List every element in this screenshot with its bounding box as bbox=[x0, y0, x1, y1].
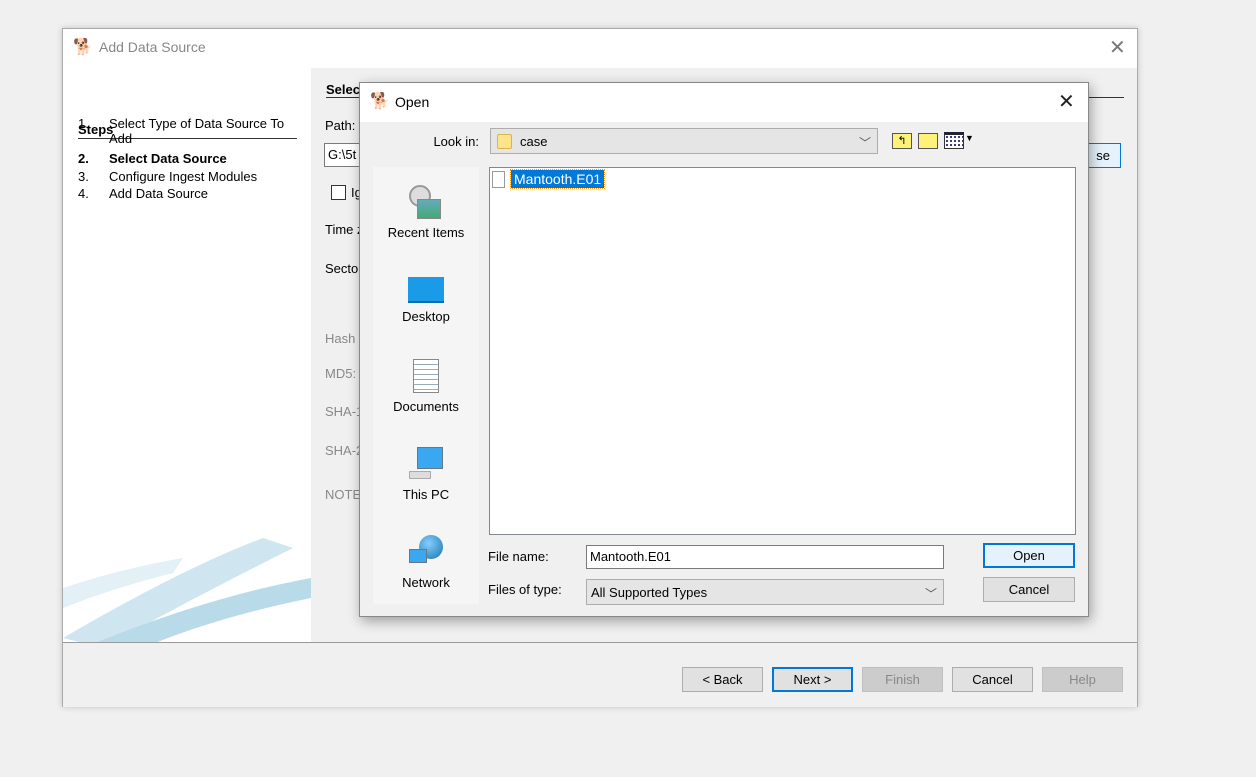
step-item: 1. Select Type of Data Source To Add bbox=[78, 116, 303, 146]
open-file-dialog: 🐕 Open ✕ Look in: case ﹀ ↰ ▼ Recent Item… bbox=[359, 82, 1089, 617]
place-desktop[interactable]: Desktop bbox=[373, 277, 479, 324]
file-name: Mantooth.E01 bbox=[509, 169, 606, 189]
place-label: Desktop bbox=[402, 309, 450, 324]
desktop-icon bbox=[408, 277, 444, 303]
step-label: Configure Ingest Modules bbox=[109, 169, 258, 184]
look-in-label: Look in: bbox=[433, 134, 479, 149]
close-icon[interactable]: ✕ bbox=[1109, 38, 1126, 58]
chevron-down-icon: ﹀ bbox=[858, 136, 871, 150]
place-recent-items[interactable]: Recent Items bbox=[373, 185, 479, 240]
step-item: 4. Add Data Source bbox=[78, 186, 303, 201]
chevron-down-icon: ﹀ bbox=[924, 587, 937, 601]
help-button[interactable]: Help bbox=[1042, 667, 1123, 692]
place-documents[interactable]: Documents bbox=[373, 359, 479, 414]
file-name-label: File name: bbox=[488, 549, 549, 564]
computer-icon bbox=[409, 447, 443, 481]
back-button[interactable]: < Back bbox=[682, 667, 763, 692]
look-in-dropdown[interactable]: case ﹀ bbox=[490, 128, 878, 154]
file-item[interactable]: Mantooth.E01 bbox=[492, 169, 606, 189]
place-label: Documents bbox=[393, 399, 459, 414]
place-label: Recent Items bbox=[387, 225, 465, 240]
hash-label: Hash bbox=[325, 331, 356, 346]
next-button[interactable]: Next > bbox=[772, 667, 853, 692]
place-this-pc[interactable]: This PC bbox=[373, 447, 479, 502]
sha1-label: SHA-1 bbox=[325, 404, 364, 419]
note-label: NOTE bbox=[325, 487, 362, 502]
wizard-footer: < Back Next > Finish Cancel Help bbox=[63, 642, 1137, 707]
step-label: Select Data Source bbox=[109, 151, 227, 166]
new-folder-icon[interactable] bbox=[918, 133, 938, 149]
step-label: Select Type of Data Source To Add bbox=[109, 116, 285, 146]
dialog-cancel-button[interactable]: Cancel bbox=[983, 577, 1075, 602]
look-in-value: case bbox=[520, 133, 548, 149]
step-label: Add Data Source bbox=[109, 186, 209, 201]
finish-button[interactable]: Finish bbox=[862, 667, 943, 692]
documents-icon bbox=[413, 359, 439, 393]
cancel-button[interactable]: Cancel bbox=[952, 667, 1033, 692]
path-label: Path: bbox=[325, 118, 356, 133]
sha256-label: SHA-2 bbox=[325, 443, 364, 458]
step-number: 2. bbox=[78, 151, 89, 166]
dialog-title: Open bbox=[395, 94, 430, 110]
decorative-swoosh bbox=[63, 538, 311, 642]
dialog-title-bar: 🐕 Open ✕ bbox=[360, 83, 1088, 122]
step-item-current: 2. Select Data Source bbox=[78, 151, 303, 166]
caret-down-icon[interactable]: ▼ bbox=[965, 133, 974, 143]
timezone-label: Time z bbox=[325, 222, 364, 237]
step-number: 3. bbox=[78, 169, 89, 184]
place-network[interactable]: Network bbox=[373, 535, 479, 590]
sector-size-label: Secto bbox=[325, 261, 359, 276]
close-icon[interactable]: ✕ bbox=[1058, 92, 1075, 112]
view-menu-icon[interactable] bbox=[944, 132, 964, 149]
step-item: 3. Configure Ingest Modules bbox=[78, 169, 303, 184]
autopsy-logo-icon: 🐕 bbox=[370, 93, 390, 110]
file-name-input[interactable]: Mantooth.E01 bbox=[586, 545, 944, 569]
folder-icon bbox=[497, 133, 512, 149]
recent-items-icon bbox=[409, 185, 443, 221]
places-bar: Recent Items Desktop Documents This PC N… bbox=[373, 167, 479, 604]
step-number: 1. bbox=[78, 116, 89, 131]
file-list[interactable]: Mantooth.E01 bbox=[489, 167, 1076, 535]
up-one-level-icon[interactable]: ↰ bbox=[892, 133, 912, 149]
place-label: Network bbox=[402, 575, 450, 590]
open-button[interactable]: Open bbox=[983, 543, 1075, 568]
file-type-value: All Supported Types bbox=[591, 584, 708, 600]
step-number: 4. bbox=[78, 186, 89, 201]
autopsy-logo-icon: 🐕 bbox=[73, 39, 93, 56]
window-title: Add Data Source bbox=[99, 39, 206, 55]
place-label: This PC bbox=[402, 487, 450, 502]
network-icon bbox=[409, 535, 443, 569]
file-icon bbox=[492, 170, 505, 188]
steps-panel: Steps 1. Select Type of Data Source To Ad… bbox=[63, 68, 311, 642]
ignore-checkbox[interactable] bbox=[331, 185, 346, 200]
file-type-dropdown[interactable]: All Supported Types ﹀ bbox=[586, 579, 944, 605]
file-type-label: Files of type: bbox=[488, 582, 562, 597]
md5-label: MD5: bbox=[325, 366, 357, 381]
